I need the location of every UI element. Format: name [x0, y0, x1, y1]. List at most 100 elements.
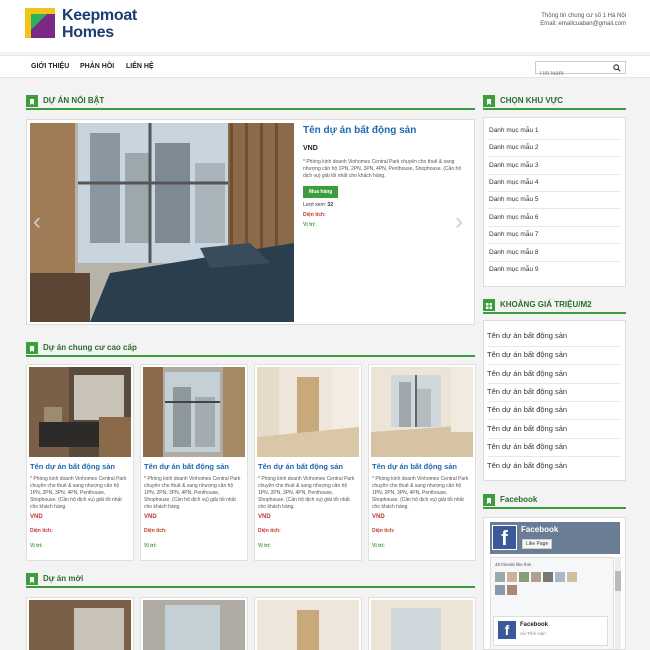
scrollbar-thumb[interactable] — [615, 571, 621, 591]
region-heading: CHỌN KHU VỰC — [500, 96, 564, 105]
product-card[interactable] — [254, 597, 362, 650]
price-range-item[interactable]: Tên dự án bất động sản — [487, 331, 567, 340]
search-input[interactable] — [536, 68, 610, 80]
divider — [488, 208, 621, 209]
product-title[interactable]: Tên dự án bất động sản — [30, 462, 115, 471]
product-area: Diện tích: — [30, 528, 53, 534]
region-item[interactable]: Danh mục mẫu 7 — [489, 231, 539, 238]
product-image[interactable] — [29, 600, 131, 650]
region-item[interactable]: Danh mục mẫu 8 — [489, 249, 539, 256]
premium-heading: Dự án chung cư cao cấp — [43, 343, 137, 352]
featured-image[interactable] — [30, 123, 294, 322]
featured-title[interactable]: Tên dự án bất động sản — [303, 125, 468, 136]
facebook-heading: Facebook — [500, 495, 538, 504]
product-card[interactable] — [26, 597, 134, 650]
product-price: VND — [144, 514, 157, 520]
featured-price: VND — [303, 145, 318, 152]
product-card[interactable]: Tên dự án bất động sản * Phòng kinh doan… — [254, 364, 362, 561]
friend-avatar[interactable] — [543, 572, 553, 582]
search-icon[interactable] — [613, 64, 621, 72]
product-location: Vị trí: — [30, 543, 43, 549]
like-page-button[interactable]: Like Page — [522, 539, 553, 549]
region-item[interactable]: Danh mục mẫu 2 — [489, 144, 539, 151]
featured-area: Diện tích: — [303, 212, 326, 218]
facebook-scrollbar[interactable] — [615, 557, 621, 649]
product-title[interactable]: Tên dự án bất động sản — [258, 462, 343, 471]
region-item[interactable]: Danh mục mẫu 9 — [489, 266, 539, 273]
nav-item-about[interactable]: GIỚI THIỆU — [31, 63, 69, 70]
region-item[interactable]: Danh mục mẫu 3 — [489, 162, 539, 169]
region-section-header: CHỌN KHU VỰC — [483, 94, 626, 110]
product-card[interactable]: Tên dự án bất động sản * Phòng kinh doan… — [140, 364, 248, 561]
nav-item-feedback[interactable]: PHẢN HỒI — [80, 63, 114, 70]
divider — [488, 191, 621, 192]
friend-avatar[interactable] — [531, 572, 541, 582]
product-area: Diện tích: — [372, 528, 395, 534]
facebook-page-name[interactable]: Facebook — [521, 525, 558, 534]
product-image[interactable] — [257, 600, 359, 650]
logo-line2: Homes — [62, 24, 114, 41]
friend-avatar[interactable] — [567, 572, 577, 582]
product-title[interactable]: Tên dự án bất động sản — [372, 462, 457, 471]
featured-info: Tên dự án bất động sản VND * Phòng kinh … — [303, 125, 468, 228]
nav-item-contact[interactable]: LIÊN HỆ — [126, 63, 154, 70]
divider — [488, 346, 621, 347]
facebook-feed: 48 friends like this f Facebook vài Thời… — [490, 557, 614, 649]
contact-email: Email: emailcuaban@gmail.com — [540, 21, 626, 27]
price-range-item[interactable]: Tên dự án bất động sản — [487, 350, 567, 359]
product-image[interactable] — [29, 367, 131, 457]
region-item[interactable]: Danh mục mẫu 4 — [489, 179, 539, 186]
product-card[interactable] — [140, 597, 248, 650]
divider — [488, 364, 621, 365]
region-item[interactable]: Danh mục mẫu 1 — [489, 127, 539, 134]
product-title[interactable]: Tên dự án bất động sản — [144, 462, 229, 471]
facebook-post-name[interactable]: Facebook — [520, 622, 548, 628]
bookmark-icon — [483, 95, 495, 107]
facebook-post-time: vài Thời Hạn — [520, 631, 546, 636]
logo[interactable]: Keepmoat Homes — [25, 7, 150, 43]
region-item[interactable]: Danh mục mẫu 6 — [489, 214, 539, 221]
price-range-item[interactable]: Tên dự án bất động sản — [487, 387, 567, 396]
featured-slider: ‹ › Tên dự án bất động sản VND * Phòng k… — [26, 119, 475, 325]
product-image[interactable] — [371, 367, 473, 457]
product-description: * Phòng kinh doanh Vinhomes Central Park… — [144, 476, 241, 510]
featured-location: Vị trí: — [303, 222, 316, 228]
product-price: VND — [30, 514, 43, 520]
product-card[interactable]: Tên dự án bất động sản * Phòng kinh doan… — [368, 364, 476, 561]
bookmark-icon — [26, 573, 38, 585]
price-range-item[interactable]: Tên dự án bất động sản — [487, 405, 567, 414]
divider — [488, 139, 621, 140]
price-range-list: Tên dự án bất động sản Tên dự án bất độn… — [483, 320, 626, 481]
product-card[interactable] — [368, 597, 476, 650]
product-image[interactable] — [257, 367, 359, 457]
product-location: Vị trí: — [258, 543, 271, 549]
divider — [488, 226, 621, 227]
friend-avatar[interactable] — [507, 585, 517, 595]
facebook-cover[interactable]: f Facebook Like Page — [490, 522, 620, 554]
premium-section-header: Dự án chung cư cao cấp — [26, 341, 475, 357]
price-range-item[interactable]: Tên dự án bất động sản — [487, 424, 567, 433]
slider-prev-icon[interactable]: ‹ — [33, 210, 41, 234]
buy-button[interactable]: Mua hàng — [303, 186, 339, 198]
friends-like-text: 48 friends like this — [495, 562, 532, 567]
price-range-item[interactable]: Tên dự án bất động sản — [487, 442, 567, 451]
region-item[interactable]: Danh mục mẫu 5 — [489, 196, 539, 203]
divider — [488, 383, 621, 384]
friend-avatar[interactable] — [555, 572, 565, 582]
featured-heading: DỰ ÁN NỔI BẬT — [43, 96, 105, 105]
friend-avatar[interactable] — [507, 572, 517, 582]
friend-avatar[interactable] — [495, 585, 505, 595]
bookmark-icon — [26, 95, 38, 107]
grid-icon — [483, 299, 495, 311]
search-box — [535, 61, 626, 80]
price-range-item[interactable]: Tên dự án bất động sản — [487, 461, 567, 470]
product-card[interactable]: Tên dự án bất động sản * Phòng kinh doan… — [26, 364, 134, 561]
price-range-item[interactable]: Tên dự án bất động sản — [487, 369, 567, 378]
price-heading: KHOẢNG GIÁ TRIỆU/M2 — [500, 300, 592, 309]
divider — [488, 438, 621, 439]
friend-avatar[interactable] — [519, 572, 529, 582]
product-image[interactable] — [371, 600, 473, 650]
friend-avatar[interactable] — [495, 572, 505, 582]
product-image[interactable] — [143, 600, 245, 650]
product-image[interactable] — [143, 367, 245, 457]
